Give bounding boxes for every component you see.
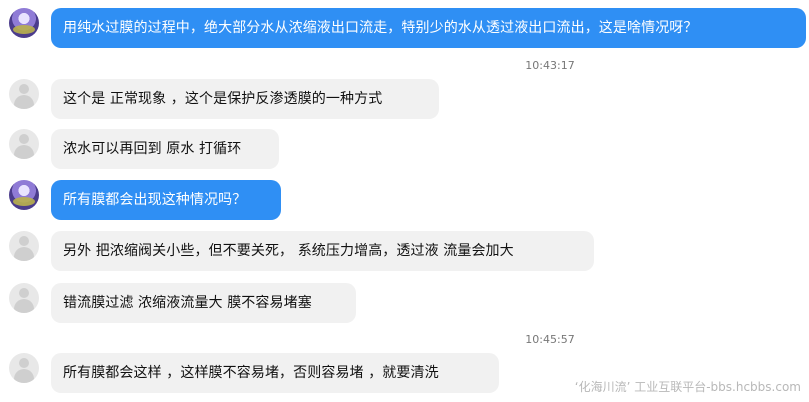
avatar-head-shape <box>19 134 29 144</box>
message-text: 另外 把浓缩阀关小些，但不要关死， 系统压力增高，透过液 流量会加大 <box>63 243 514 259</box>
user-avatar-icon <box>9 8 39 38</box>
message-text: 用纯水过膜的过程中，绝大部分水从浓缩液出口流走，特别少的水从透过液出口流出，这是… <box>63 20 698 36</box>
user-avatar-icon <box>9 180 39 210</box>
message-bubble-support-5: 所有膜都会这样 ，这样膜不容易堵，否则容易堵 ，就要清洗 <box>51 353 499 393</box>
support-avatar-icon <box>9 231 39 261</box>
message-text: 错流膜过滤 浓缩液流量大 膜不容易堵塞 <box>63 295 312 311</box>
message-text: 所有膜都会这样 ，这样膜不容易堵，否则容易堵 ，就要清洗 <box>63 365 439 381</box>
avatar-head-shape <box>19 358 29 368</box>
timestamp-text: 10:43:17 <box>525 59 575 72</box>
message-bubble-user-1: 用纯水过膜的过程中，绝大部分水从浓缩液出口流走，特别少的水从透过液出口流出，这是… <box>51 8 806 48</box>
watermark: ‘化海川流’ 工业互联平台-bbs.hcbbs.com <box>575 380 801 394</box>
message-bubble-support-2: 浓水可以再回到 原水 打循环 <box>51 129 279 169</box>
avatar-body-shape <box>14 369 34 383</box>
message-text: 这个是 正常现象 ，这个是保护反渗透膜的一种方式 <box>63 91 383 107</box>
timestamp-1: 10:43:17 <box>502 59 598 73</box>
message-bubble-support-3: 另外 把浓缩阀关小些，但不要关死， 系统压力增高，透过液 流量会加大 <box>51 231 594 271</box>
timestamp-text: 10:45:57 <box>525 333 575 346</box>
support-avatar-icon <box>9 79 39 109</box>
avatar-body-shape <box>14 95 34 109</box>
timestamp-2: 10:45:57 <box>502 333 598 347</box>
message-bubble-support-1: 这个是 正常现象 ，这个是保护反渗透膜的一种方式 <box>51 79 439 119</box>
message-bubble-support-4: 错流膜过滤 浓缩液流量大 膜不容易堵塞 <box>51 283 356 323</box>
support-avatar-icon <box>9 283 39 313</box>
avatar-head-shape <box>19 236 29 246</box>
message-bubble-user-2: 所有膜都会出现这种情况吗？ <box>51 180 281 220</box>
message-text: 浓水可以再回到 原水 打循环 <box>63 141 242 157</box>
message-text: 所有膜都会出现这种情况吗？ <box>63 192 247 208</box>
avatar-head-shape <box>19 288 29 298</box>
avatar-body-shape <box>14 247 34 261</box>
chat-window: 用纯水过膜的过程中，绝大部分水从浓缩液出口流走，特别少的水从透过液出口流出，这是… <box>0 0 809 402</box>
support-avatar-icon <box>9 129 39 159</box>
support-avatar-icon <box>9 353 39 383</box>
avatar-body-shape <box>14 299 34 313</box>
watermark-text: ‘化海川流’ 工业互联平台-bbs.hcbbs.com <box>574 380 801 394</box>
avatar-body-shape <box>14 145 34 159</box>
avatar-head-shape <box>19 84 29 94</box>
